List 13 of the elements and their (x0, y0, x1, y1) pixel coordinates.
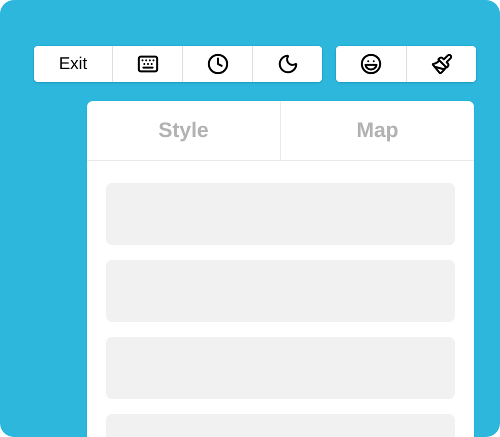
smiley-icon (360, 53, 382, 75)
moon-button[interactable] (252, 46, 322, 82)
paintbrush-icon (430, 53, 452, 75)
tab[interactable]: Map (280, 101, 474, 160)
smiley-button[interactable] (336, 46, 406, 82)
moon-icon (276, 53, 298, 75)
keyboard-icon (136, 53, 158, 75)
clock-icon (206, 53, 228, 75)
paintbrush-button[interactable] (406, 46, 476, 82)
clock-button[interactable] (182, 46, 252, 82)
tab[interactable]: Style (87, 101, 280, 160)
keyboard-button[interactable] (112, 46, 182, 82)
exit-button[interactable]: Exit (34, 46, 112, 82)
